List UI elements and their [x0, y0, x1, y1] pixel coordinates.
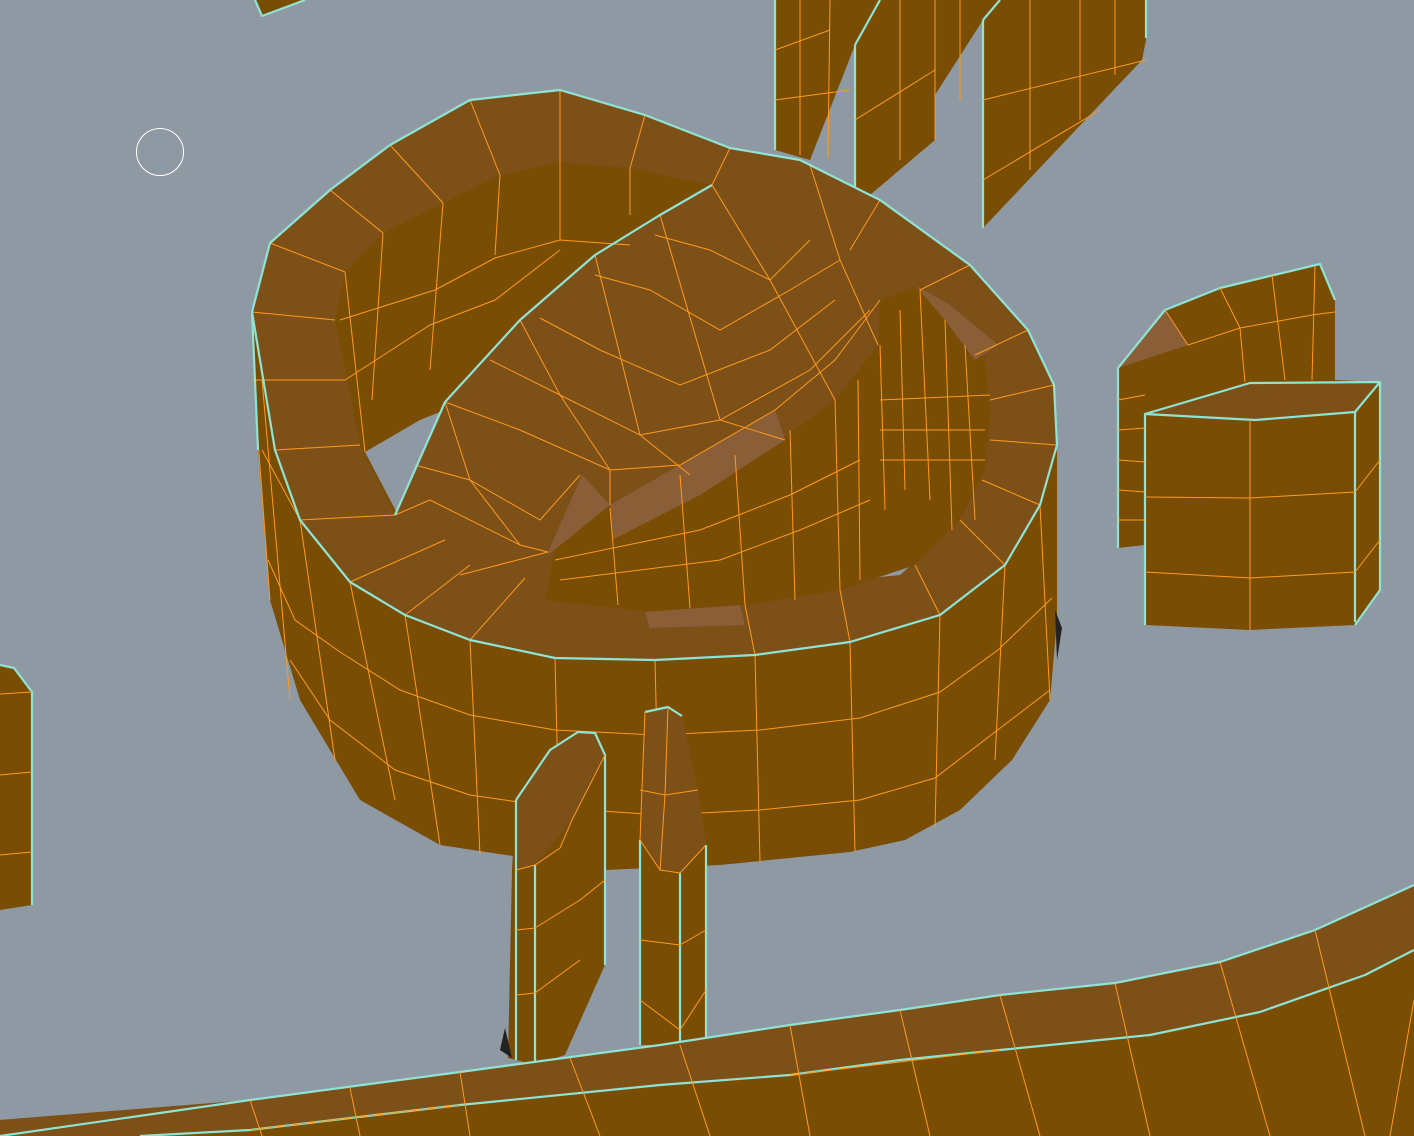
mesh-fragment-top-left[interactable] — [253, 0, 306, 18]
3d-viewport[interactable] — [0, 0, 1414, 1136]
mesh-slab-left-edge[interactable] — [0, 663, 34, 910]
mesh-scene[interactable] — [0, 0, 1414, 1136]
brush-cursor-ring-icon — [136, 128, 184, 176]
mesh-block-right[interactable] — [1116, 262, 1382, 630]
